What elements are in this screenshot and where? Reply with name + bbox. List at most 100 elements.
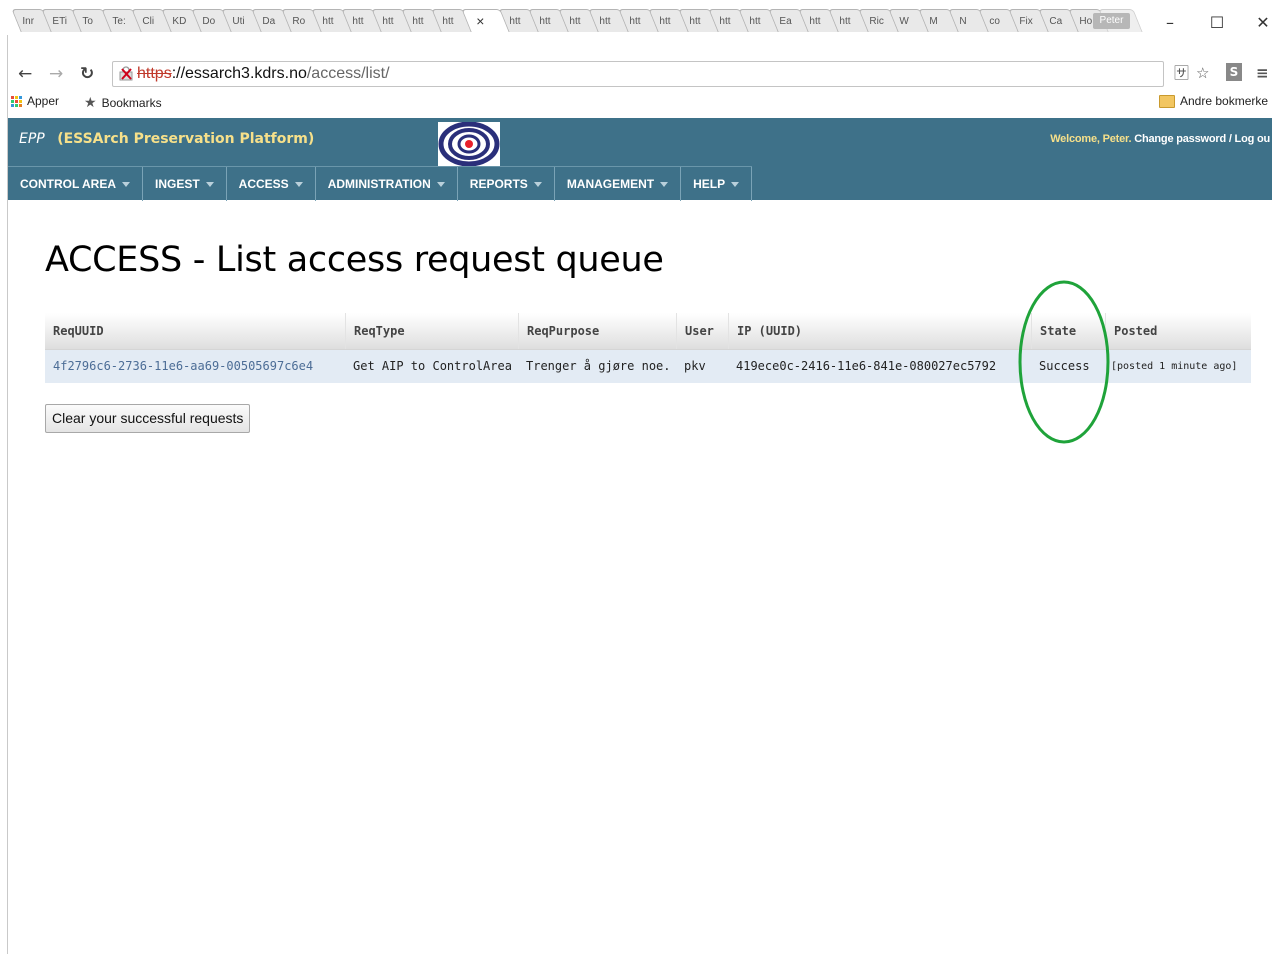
browser-tab-title: Fix <box>1019 15 1033 27</box>
browser-tab-title: htt <box>719 15 731 27</box>
profile-badge[interactable]: Peter <box>1093 13 1130 29</box>
browser-tab-title: htt <box>629 15 641 27</box>
caret-down-icon <box>205 181 214 187</box>
apps-grid-icon <box>11 95 22 107</box>
browser-tab-title: Ca <box>1049 15 1062 27</box>
column-header-reqtype[interactable]: ReqType <box>345 313 405 349</box>
close-tab-icon[interactable]: × <box>472 13 484 29</box>
bookmark-apps-label: Apper <box>27 94 60 108</box>
menu-management[interactable]: MANAGEMENT <box>555 167 682 201</box>
menu-icon[interactable]: ≡ <box>1256 63 1269 83</box>
caret-down-icon <box>731 181 740 187</box>
caret-down-icon <box>122 181 130 187</box>
welcome-separator: / <box>1228 133 1232 145</box>
url-path: /access/list/ <box>306 65 390 82</box>
caret-down-icon <box>294 181 303 187</box>
reload-icon[interactable]: ↻ <box>80 62 94 86</box>
cell-user: pkv <box>684 359 706 373</box>
brand-epp: EPP <box>19 131 45 147</box>
menu-label: REPORTS <box>469 177 528 191</box>
browser-tab-title: htt <box>749 15 761 27</box>
column-header-user[interactable]: User <box>676 313 714 349</box>
browser-tab-title: htt <box>382 15 394 27</box>
caret-down-icon <box>533 181 542 187</box>
logo-icon <box>438 122 500 166</box>
browser-tab-title: htt <box>442 15 454 27</box>
translate-icon[interactable]: 🈂 <box>1174 63 1189 83</box>
browser-tab-title: Ea <box>779 15 792 27</box>
browser-tab-title: htt <box>599 15 611 27</box>
menu-control-area[interactable]: CONTROL AREA <box>8 167 143 201</box>
column-header-requuid[interactable]: ReqUUID <box>45 313 104 349</box>
close-window-icon[interactable]: ✕ <box>1248 12 1272 34</box>
menu-access[interactable]: ACCESS <box>227 167 316 201</box>
menu-label: CONTROL AREA <box>20 177 116 191</box>
bookmark-star-icon[interactable]: ☆ <box>1196 63 1209 83</box>
bookmark-bookmarks-label: Bookmarks <box>101 95 162 110</box>
menu-administration[interactable]: ADMINISTRATION <box>316 167 458 201</box>
url-text: https://essarch3.kdrs.no/access/list/ <box>137 62 390 86</box>
menu-label: INGEST <box>155 177 200 191</box>
browser-tab-title: Ho <box>1079 15 1092 27</box>
forward-icon[interactable]: → <box>49 62 63 86</box>
browser-tab-title: ETi <box>52 15 67 27</box>
address-bar[interactable]: https://essarch3.kdrs.no/access/list/ <box>112 61 1164 87</box>
url-host: ://essarch3.kdrs.no <box>171 65 307 82</box>
cell-requuid-link[interactable]: 4f2796c6-2736-11e6-aa69-00505697c6e4 <box>45 350 313 383</box>
welcome-greeting: Welcome, Peter. <box>1050 133 1132 145</box>
url-scheme: https <box>137 65 172 82</box>
browser-tab-title: htt <box>809 15 821 27</box>
back-icon[interactable]: ← <box>18 62 32 86</box>
column-header-reqpurpose[interactable]: ReqPurpose <box>518 313 599 349</box>
browser-tab-title: To <box>82 15 93 27</box>
maximize-icon[interactable]: ☐ <box>1202 12 1232 34</box>
browser-toolbar: ← → ↻ https://essarch3.kdrs.no/access/li… <box>8 60 1272 88</box>
extension-icon[interactable]: S <box>1226 63 1242 81</box>
brand[interactable]: EPP (ESSArch Preservation Platform) <box>19 131 314 147</box>
menu-help[interactable]: HELP <box>681 167 753 201</box>
browser-tab-title: htt <box>412 15 424 27</box>
cell-ip-uuid: 419ece0c-2416-11e6-841e-080027ec5792 <box>736 359 997 373</box>
main-menu: CONTROL AREA INGEST ACCESS ADMINISTRATIO… <box>8 166 753 201</box>
browser-tab-title: Ro <box>292 15 305 27</box>
page-title: ACCESS - List access request queue <box>45 240 664 280</box>
change-password-link[interactable]: Change password <box>1134 133 1226 145</box>
menu-ingest[interactable]: INGEST <box>143 167 227 201</box>
clear-successful-requests-button[interactable]: Clear your successful requests <box>45 404 251 433</box>
bookmark-apps[interactable]: Apper <box>11 94 59 108</box>
caret-down-icon <box>436 181 445 187</box>
bookmark-other[interactable]: Andre bokmerke <box>1159 94 1268 108</box>
bookmark-other-label: Andre bokmerke <box>1180 94 1269 108</box>
welcome-text: Welcome, Peter. Change password / Log ou <box>1050 133 1270 145</box>
browser-tab-title: htt <box>839 15 851 27</box>
menu-label: MANAGEMENT <box>566 177 655 191</box>
menu-reports[interactable]: REPORTS <box>458 167 555 201</box>
annotation-circle <box>1018 280 1110 444</box>
browser-tab-title: N <box>959 15 967 27</box>
site-header: EPP (ESSArch Preservation Platform) Welc… <box>8 118 1272 201</box>
logout-link[interactable]: Log ou <box>1235 133 1271 145</box>
insecure-lock-icon[interactable] <box>119 66 133 81</box>
menu-label: ACCESS <box>238 177 289 191</box>
browser-tab-title: co <box>989 15 1000 27</box>
minimize-icon[interactable]: – <box>1155 12 1185 34</box>
menu-label: HELP <box>693 177 726 191</box>
menu-label: ADMINISTRATION <box>327 177 431 191</box>
cell-reqtype: Get AIP to ControlArea <box>353 359 512 373</box>
browser-tab-title: Uti <box>232 15 245 27</box>
bookmarks-bar: Apper ★ Bookmarks Andre bokmerke <box>8 92 1272 114</box>
browser-tab-title: W <box>899 15 909 27</box>
browser-tab-title: Cli <box>142 15 154 27</box>
brand-name: (ESSArch Preservation Platform) <box>57 131 315 147</box>
column-header-posted[interactable]: Posted <box>1105 313 1157 349</box>
browser-tab-title: Te: <box>112 15 126 27</box>
browser-tab-title: Do <box>202 15 215 27</box>
cell-reqpurpose: Trenger å gjøre noe. <box>526 359 671 373</box>
bookmark-bookmarks[interactable]: ★ Bookmarks <box>84 94 162 111</box>
column-header-ip-uuid[interactable]: IP (UUID) <box>728 313 802 349</box>
folder-icon <box>1159 94 1175 108</box>
browser-tab-title: htt <box>539 15 551 27</box>
browser-tab-title: htt <box>352 15 364 27</box>
browser-tab-title: htt <box>322 15 334 27</box>
browser-tab-title: htt <box>569 15 581 27</box>
